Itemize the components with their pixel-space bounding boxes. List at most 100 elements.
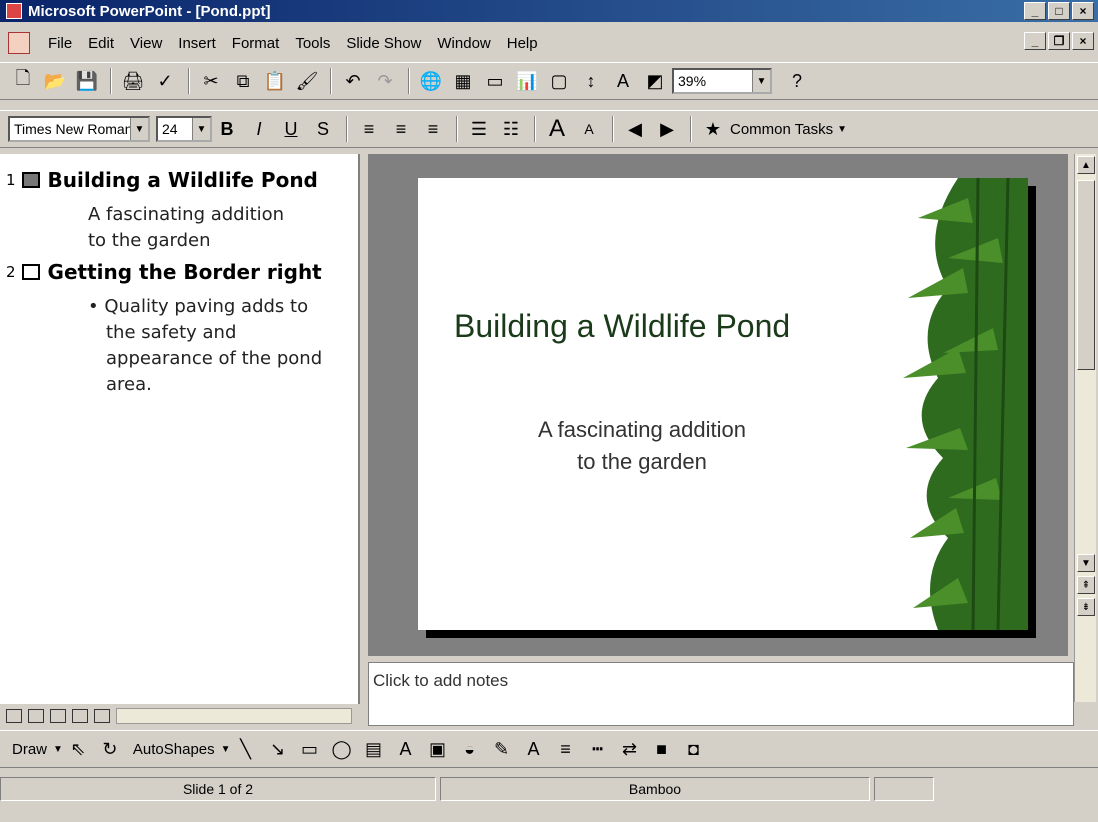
outline-slide-1-title[interactable]: 1 Building a Wildlife Pond (6, 168, 318, 192)
common-tasks-button[interactable]: Common Tasks (730, 121, 833, 138)
outline-slide-2-title[interactable]: 2 Getting the Border right (6, 260, 322, 284)
fill-color-icon[interactable]: ◒ (455, 734, 485, 764)
outline-line[interactable]: area. (106, 374, 152, 395)
document-icon[interactable] (8, 32, 30, 54)
menu-format[interactable]: Format (224, 35, 288, 52)
next-slide-icon[interactable]: ⇟ (1077, 598, 1095, 616)
increase-font-icon[interactable]: A (542, 114, 572, 144)
shadow-icon[interactable]: ■ (647, 734, 677, 764)
free-rotate-icon[interactable]: ↻ (95, 734, 125, 764)
align-right-icon[interactable]: ≡ (418, 114, 448, 144)
new-slide-icon[interactable]: ▢ (544, 66, 574, 96)
powerpoint-app-icon[interactable] (6, 3, 22, 19)
expand-all-icon[interactable]: ↕ (576, 66, 606, 96)
outline-view-icon[interactable] (28, 709, 44, 723)
menu-edit[interactable]: Edit (80, 35, 122, 52)
open-icon[interactable]: 📂 (40, 66, 70, 96)
slide-show-icon[interactable] (94, 709, 110, 723)
tables-borders-icon[interactable]: ▭ (480, 66, 510, 96)
print-icon[interactable]: 🖨 (118, 66, 148, 96)
doc-minimize-icon[interactable]: _ (1024, 32, 1046, 50)
bold-button[interactable]: B (212, 114, 242, 144)
table-icon[interactable]: ▦ (448, 66, 478, 96)
save-icon[interactable]: 💾 (72, 66, 102, 96)
line-style-icon[interactable]: ≡ (551, 734, 581, 764)
slide-canvas[interactable]: Building a Wildlife Pond A fascinating a… (418, 178, 1028, 630)
chevron-down-icon[interactable]: ▼ (192, 118, 210, 140)
outline-line[interactable]: to the garden (88, 230, 211, 251)
shadow-button[interactable]: S (308, 114, 338, 144)
scroll-up-icon[interactable]: ▲ (1077, 156, 1095, 174)
center-icon[interactable]: ≡ (386, 114, 416, 144)
horizontal-scrollbar[interactable] (116, 708, 352, 724)
select-objects-icon[interactable]: ⇖ (63, 734, 93, 764)
normal-view-icon[interactable] (6, 709, 22, 723)
align-left-icon[interactable]: ≡ (354, 114, 384, 144)
chevron-down-icon[interactable]: ▼ (837, 124, 847, 135)
slide-title[interactable]: Building a Wildlife Pond (454, 308, 790, 345)
chevron-down-icon[interactable]: ▼ (221, 744, 231, 755)
line-icon[interactable]: ╲ (231, 734, 261, 764)
previous-slide-icon[interactable]: ⇞ (1077, 576, 1095, 594)
paste-icon[interactable]: 📋 (260, 66, 290, 96)
text-box-icon[interactable]: ▤ (359, 734, 389, 764)
undo-icon[interactable]: ↶ (338, 66, 368, 96)
outline-pane[interactable]: 1 Building a Wildlife Pond A fascinating… (0, 154, 360, 704)
notes-pane[interactable]: Click to add notes (368, 662, 1074, 726)
oval-icon[interactable]: ◯ (327, 734, 357, 764)
vertical-scrollbar[interactable]: ▲ ▼ ⇞ ⇟ (1074, 154, 1096, 702)
menu-view[interactable]: View (122, 35, 170, 52)
promote-icon[interactable]: ◀ (620, 114, 650, 144)
new-icon[interactable]: 🗋 (8, 66, 38, 96)
slide-subtitle[interactable]: A fascinating addition to the garden (502, 414, 782, 478)
menu-window[interactable]: Window (429, 35, 498, 52)
menu-help[interactable]: Help (499, 35, 546, 52)
cut-icon[interactable]: ✂ (196, 66, 226, 96)
minimize-icon[interactable]: _ (1024, 2, 1046, 20)
menu-file[interactable]: File (40, 35, 80, 52)
maximize-icon[interactable]: □ (1048, 2, 1070, 20)
font-color-icon[interactable]: A (519, 734, 549, 764)
scroll-down-icon[interactable]: ▼ (1077, 554, 1095, 572)
chevron-down-icon[interactable]: ▼ (53, 744, 63, 755)
copy-icon[interactable]: ⧉ (228, 66, 258, 96)
outline-line[interactable]: the safety and (106, 322, 236, 343)
3d-icon[interactable]: ◘ (679, 734, 709, 764)
grayscale-icon[interactable]: ◩ (640, 66, 670, 96)
clip-art-icon[interactable]: ▣ (423, 734, 453, 764)
redo-icon[interactable]: ↷ (370, 66, 400, 96)
close-icon[interactable]: × (1072, 2, 1094, 20)
bullets-icon[interactable]: ☷ (496, 114, 526, 144)
menu-slide-show[interactable]: Slide Show (338, 35, 429, 52)
demote-icon[interactable]: ▶ (652, 114, 682, 144)
arrow-icon[interactable]: ↘ (263, 734, 293, 764)
scroll-thumb[interactable] (1077, 180, 1095, 370)
menu-insert[interactable]: Insert (170, 35, 224, 52)
slide-view-icon[interactable] (50, 709, 66, 723)
autoshapes-menu-button[interactable]: AutoShapes (127, 741, 221, 758)
spelling-icon[interactable]: ✓ (150, 66, 180, 96)
format-painter-icon[interactable]: 🖌 (292, 66, 322, 96)
outline-line[interactable]: A fascinating addition (88, 204, 284, 225)
draw-menu-button[interactable]: Draw (6, 741, 53, 758)
slide-sorter-icon[interactable] (72, 709, 88, 723)
font-select[interactable]: Times New Roman ▼ (8, 116, 150, 142)
arrow-style-icon[interactable]: ⇄ (615, 734, 645, 764)
chevron-down-icon[interactable]: ▼ (130, 118, 148, 140)
wordart-icon[interactable]: A (391, 734, 421, 764)
decrease-font-icon[interactable]: A (574, 114, 604, 144)
hyperlink-icon[interactable]: 🌐 (416, 66, 446, 96)
doc-restore-icon[interactable]: ❐ (1048, 32, 1070, 50)
outline-line[interactable]: • Quality paving adds to (88, 296, 308, 317)
underline-button[interactable]: U (276, 114, 306, 144)
common-tasks-icon[interactable]: ★ (698, 114, 728, 144)
outline-line[interactable]: appearance of the pond (106, 348, 322, 369)
line-color-icon[interactable]: ✎ (487, 734, 517, 764)
help-icon[interactable]: ? (782, 66, 812, 96)
menu-tools[interactable]: Tools (287, 35, 338, 52)
rectangle-icon[interactable]: ▭ (295, 734, 325, 764)
show-formatting-icon[interactable]: A (608, 66, 638, 96)
dash-style-icon[interactable]: ┅ (583, 734, 613, 764)
chevron-down-icon[interactable]: ▼ (752, 70, 770, 92)
italic-button[interactable]: I (244, 114, 274, 144)
